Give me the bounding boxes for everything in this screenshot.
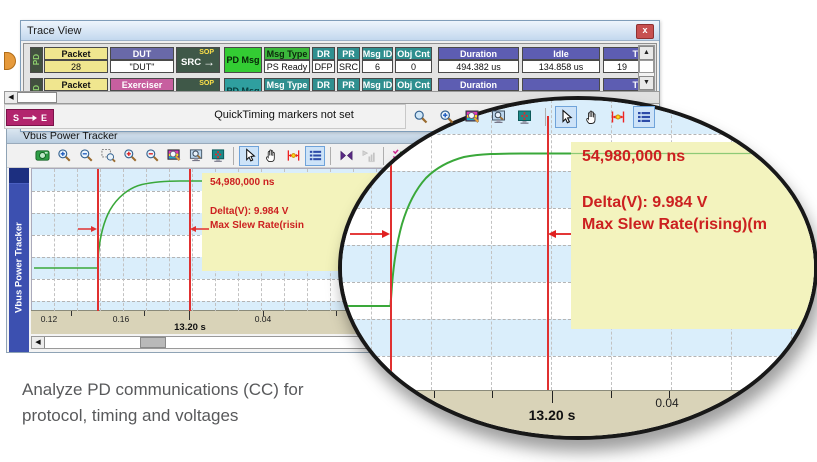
t-value: 19	[603, 60, 641, 73]
cursor-icon[interactable]	[555, 106, 577, 128]
display-search-icon[interactable]	[186, 146, 206, 166]
magnifier-icon[interactable]	[410, 106, 432, 128]
pr-value: SRC	[337, 60, 360, 73]
packet-number: 28	[44, 60, 108, 73]
axis-label: 0.12	[34, 314, 64, 324]
col-header-duration: Duration	[438, 47, 519, 60]
col-header-msg-id: Msg ID	[362, 78, 393, 91]
duration-value: 494.382 us	[438, 60, 519, 73]
idle-value: 134.858 us	[522, 60, 600, 73]
col-header-idle	[522, 78, 600, 91]
col-header-packet: Packet	[44, 47, 108, 60]
timing-marker-icon[interactable]	[283, 146, 303, 166]
col-header-dr: DR	[312, 78, 335, 91]
msg-type-value: PS Ready	[264, 60, 310, 73]
table-vscrollbar[interactable]: ▲ ▼	[638, 45, 655, 91]
zoom-region-icon[interactable]	[98, 146, 118, 166]
slew-rate-value: Max Slew Rate(rising)(m	[582, 216, 767, 234]
camera-icon[interactable]	[32, 146, 52, 166]
start-to-end-button[interactable]: S E	[6, 109, 54, 126]
cursor-time-value: 54,980,000 ns	[582, 148, 685, 166]
list-icon[interactable]	[305, 146, 325, 166]
msg-id-value: 6	[362, 60, 393, 73]
toolbar-separator	[545, 108, 546, 126]
cursor-icon[interactable]	[239, 146, 259, 166]
sop-role-cell: SOP →	[176, 78, 220, 91]
col-header-obj-cnt: Obj Cnt	[395, 78, 432, 91]
display-colors-icon[interactable]	[164, 146, 184, 166]
packet-row-2[interactable]: PD Packet Exerciser SOP → PD Msg Msg Typ…	[28, 78, 641, 91]
trace-window-titlebar[interactable]: Trace View x	[21, 21, 659, 41]
obj-cnt-value: 0	[395, 60, 432, 73]
zoom-minus-icon[interactable]	[142, 146, 162, 166]
display-arrows-icon[interactable]	[514, 106, 536, 128]
delta-v-value: Delta(V): 9.984 V	[582, 194, 707, 212]
msg-class-cell: PD Msg	[224, 47, 262, 73]
col-header-dr: DR	[312, 47, 335, 60]
hand-icon[interactable]	[581, 106, 603, 128]
hscroll-thumb[interactable]	[17, 92, 57, 103]
vbus-sidebar-label: Vbus Power Tracker	[9, 188, 29, 348]
packet-table: PD Packet 28 DUT "DUT" SRC SOP → PD Msg …	[23, 43, 657, 92]
magnifier-overlay: 54,980,000 ns Delta(V): 9.984 V Max Slew…	[338, 96, 817, 440]
long-arrow-icon	[22, 114, 38, 122]
col-header-idle: Idle	[522, 47, 600, 60]
vscroll-thumb[interactable]	[639, 60, 654, 73]
hand-icon[interactable]	[261, 146, 281, 166]
zoom-plus-icon[interactable]	[120, 146, 140, 166]
msg-class-cell: PD Msg	[224, 78, 262, 91]
scroll-down-icon[interactable]: ▼	[639, 76, 654, 90]
sop-arrow-icon: →	[203, 56, 215, 68]
row-type-label: PD	[30, 47, 43, 73]
main-toolbar	[408, 104, 657, 129]
trace-statusbar: S E QuickTiming markers not set	[4, 104, 694, 129]
window-title: Trace View	[27, 25, 81, 37]
col-header-device: DUT	[110, 47, 174, 60]
screenshot-canvas: Trace View x PD Packet 28 DUT "DUT" SRC …	[0, 0, 817, 462]
timing-marker-icon[interactable]	[607, 106, 629, 128]
toolbar-separator	[330, 147, 331, 165]
device-name: "DUT"	[110, 60, 174, 73]
vbus-sidebar[interactable]: Vbus Power Tracker	[9, 168, 29, 352]
display-arrows-icon[interactable]	[208, 146, 228, 166]
col-header-msg-type: Msg Type	[264, 78, 310, 91]
col-header-pr: PR	[337, 47, 360, 60]
toolbar-separator	[233, 147, 234, 165]
display-search-icon[interactable]	[488, 106, 510, 128]
scroll-up-icon[interactable]: ▲	[639, 46, 654, 60]
row-marker-icon	[4, 52, 16, 70]
col-header-packet: Packet	[44, 78, 108, 91]
col-header-device: Exerciser	[110, 78, 174, 91]
packet-row-1[interactable]: PD Packet 28 DUT "DUT" SRC SOP → PD Msg …	[28, 47, 641, 73]
axis-center-label: 13.20 s	[165, 322, 215, 333]
list-icon[interactable]	[633, 106, 655, 128]
col-header-duration: Duration	[438, 78, 519, 91]
dr-value: DFP	[312, 60, 335, 73]
col-header-obj-cnt: Obj Cnt	[395, 47, 432, 60]
col-header-t: T	[603, 47, 641, 60]
display-colors-icon[interactable]	[462, 106, 484, 128]
sidebar-cap	[9, 168, 29, 184]
quicktiming-status: QuickTiming markers not set	[154, 109, 414, 121]
axis-label: 0.16	[106, 314, 136, 324]
vbus-hscroll-thumb[interactable]	[140, 337, 166, 348]
sop-role-cell: SRC SOP →	[176, 47, 220, 73]
zoom-in-icon[interactable]	[54, 146, 74, 166]
caption-text: Analyze PD communications (CC) for proto…	[22, 377, 362, 430]
col-header-pr: PR	[337, 78, 360, 91]
col-header-msg-type: Msg Type	[264, 47, 310, 60]
axis-label: 0.04	[248, 314, 278, 324]
zoom-in-icon[interactable]	[436, 106, 458, 128]
cursor-arrows-icon	[342, 100, 817, 440]
col-header-t: T	[603, 78, 641, 91]
row-type-label: PD	[30, 78, 43, 91]
zoom-out-icon[interactable]	[76, 146, 96, 166]
close-icon[interactable]: x	[636, 24, 654, 39]
col-header-msg-id: Msg ID	[362, 47, 393, 60]
scroll-left-icon[interactable]: ◀	[32, 337, 45, 348]
